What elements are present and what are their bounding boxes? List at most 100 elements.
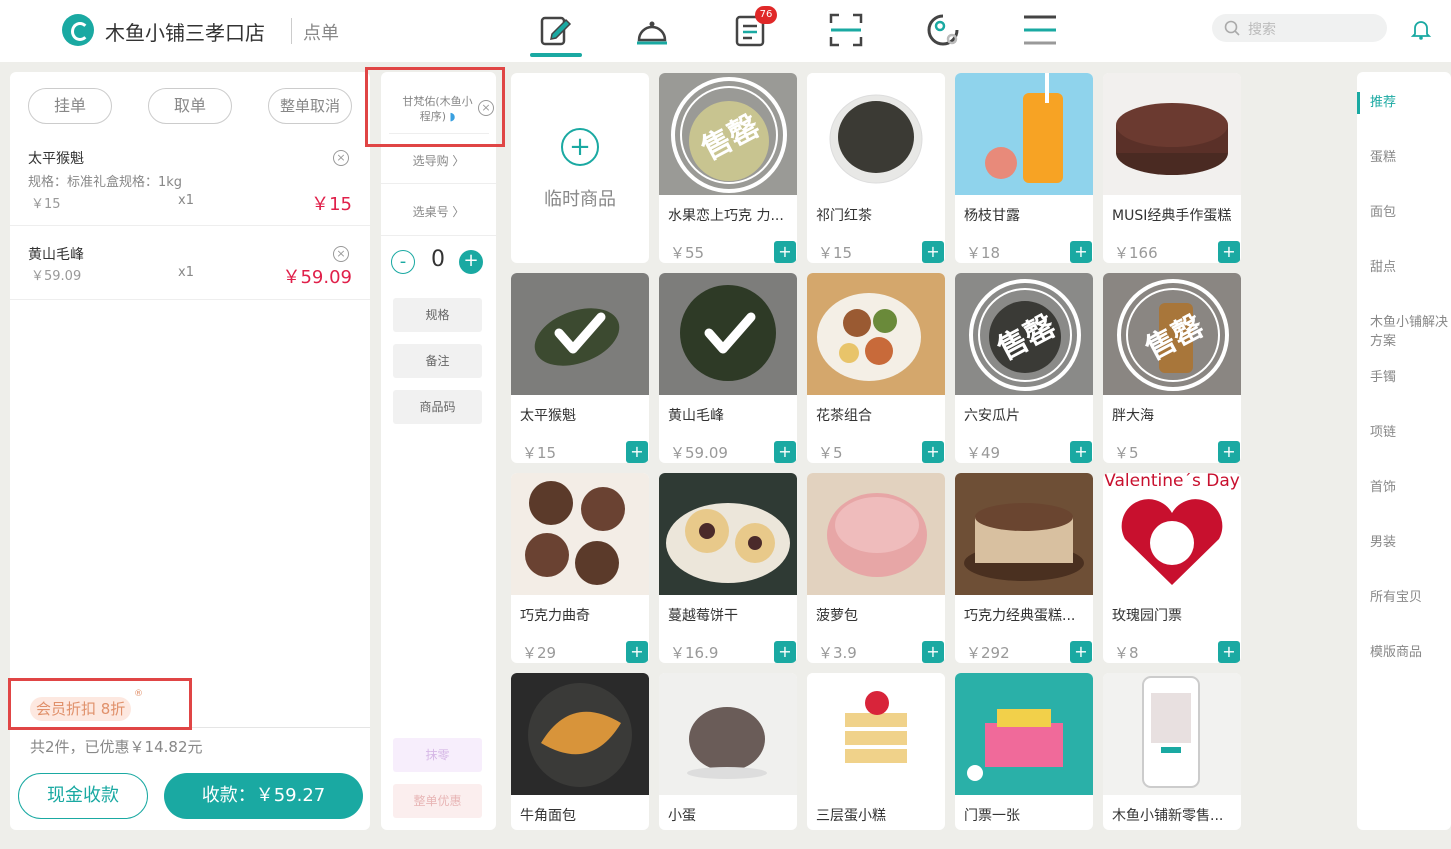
add-to-cart-button[interactable]: + [774, 641, 796, 663]
member-search-icon[interactable] [925, 12, 961, 48]
category-item-menswear[interactable]: 男装 [1370, 533, 1448, 552]
menu-icon[interactable] [1022, 12, 1058, 48]
product-card[interactable]: 杨枝甘露 ￥18 + [955, 73, 1093, 263]
product-card[interactable]: 小蛋 [659, 673, 797, 830]
order-item[interactable]: 太平猴魁 规格：标准礼盒规格：1kg ￥15 x1 ￥15 × [10, 140, 370, 226]
product-photo [845, 691, 907, 763]
add-to-cart-button[interactable]: + [922, 241, 944, 263]
product-image [955, 473, 1093, 595]
order-item-price: ￥59.09 [31, 269, 82, 284]
product-card[interactable]: MUSI经典手作蛋糕 ￥166 + [1103, 73, 1241, 263]
category-item-dessert[interactable]: 甜点 [1370, 258, 1448, 277]
category-item-bread[interactable]: 面包 [1370, 203, 1448, 222]
order-item-price: ￥15 [31, 197, 61, 212]
select-table-link[interactable]: 选桌号 〉 [381, 203, 496, 220]
add-to-cart-button[interactable]: + [626, 441, 648, 463]
select-guide-link[interactable]: 选导购 〉 [381, 152, 496, 169]
product-code-button[interactable]: 商品码 [393, 390, 482, 424]
category-item-necklace[interactable]: 项链 [1370, 423, 1448, 442]
chevron-right-icon: 〉 [452, 154, 465, 168]
category-item-jewelry[interactable]: 首饰 [1370, 478, 1448, 497]
product-card[interactable]: 三层蛋小糕 [807, 673, 945, 830]
remove-item-icon[interactable]: × [333, 150, 349, 166]
add-to-cart-button[interactable]: + [774, 441, 796, 463]
divider [381, 235, 496, 236]
product-card[interactable]: 巧克力曲奇 ￥29 + [511, 473, 649, 663]
page-title: 点单 [303, 23, 339, 44]
product-card[interactable]: 蔓越莓饼干 ￥16.9 + [659, 473, 797, 663]
quantity-plus-button[interactable]: + [459, 250, 483, 274]
product-card[interactable]: 售罄 六安瓜片 ￥49 + [955, 273, 1093, 463]
scan-icon[interactable] [828, 12, 864, 48]
quantity-minus-button[interactable]: - [391, 250, 415, 274]
category-item-all[interactable]: 所有宝贝 [1370, 588, 1448, 607]
product-card[interactable]: 售罄 胖大海 ￥5 + [1103, 273, 1241, 463]
product-card[interactable]: 售罄 水果恋上巧克 力... ￥55 + [659, 73, 797, 263]
category-sidebar: 推荐 蛋糕 面包 甜点 木鱼小铺解决方案 手镯 项链 首饰 男装 所有宝贝 模版… [1357, 72, 1451, 830]
product-price: ￥59.09 [670, 444, 728, 462]
order-item-name: 黄山毛峰 [28, 247, 84, 263]
product-card[interactable]: 太平猴魁 ￥15 + [511, 273, 649, 463]
store-logo [62, 14, 94, 46]
product-price: ￥15 [522, 444, 557, 462]
product-card[interactable]: 巧克力经典蛋糕... ￥292 + [955, 473, 1093, 663]
service-bell-icon[interactable] [634, 12, 670, 48]
product-name: MUSI经典手作蛋糕 [1112, 208, 1232, 224]
add-to-cart-button[interactable]: + [1218, 641, 1240, 663]
add-to-cart-button[interactable]: + [1070, 241, 1092, 263]
add-to-cart-button[interactable]: + [1070, 441, 1092, 463]
checkout-button[interactable]: 收款：￥59.27 [164, 773, 363, 819]
product-price: ￥15 [818, 244, 853, 262]
remove-item-icon[interactable]: × [333, 246, 349, 262]
product-card[interactable]: 祁门红茶 ￥15 + [807, 73, 945, 263]
category-item-recommend[interactable]: 推荐 [1370, 93, 1448, 112]
add-to-cart-button[interactable]: + [922, 441, 944, 463]
product-price: ￥55 [670, 244, 705, 262]
product-card[interactable]: 门票一张 [955, 673, 1093, 830]
order-item[interactable]: 黄山毛峰 ￥59.09 x1 ￥59.09 × [10, 227, 370, 300]
product-image [511, 473, 649, 595]
product-photo [985, 73, 1063, 183]
product-card[interactable]: 黄山毛峰 ￥59.09 + [659, 273, 797, 463]
add-to-cart-button[interactable]: + [1218, 441, 1240, 463]
hold-order-button[interactable]: 挂单 [28, 88, 112, 124]
add-to-cart-button[interactable]: + [1218, 241, 1240, 263]
product-photo [528, 683, 632, 787]
cancel-order-button[interactable]: 整单取消 [268, 88, 352, 124]
product-image [1103, 73, 1241, 195]
retrieve-order-button[interactable]: 取单 [148, 88, 232, 124]
cash-payment-button[interactable]: 现金收款 [18, 773, 148, 819]
note-button[interactable]: 备注 [393, 344, 482, 378]
product-price: ￥166 [1114, 244, 1158, 262]
product-card[interactable]: 花茶组合 ￥5 + [807, 273, 945, 463]
round-off-button[interactable]: 抹零 [393, 738, 482, 772]
add-to-cart-button[interactable]: + [1070, 641, 1092, 663]
product-name: 黄山毛峰 [668, 408, 724, 424]
add-to-cart-button[interactable]: + [626, 641, 648, 663]
search-input[interactable]: 搜索 [1212, 14, 1387, 42]
product-image [807, 73, 945, 195]
bell-icon[interactable] [1410, 18, 1432, 40]
divider [381, 183, 496, 184]
product-photo [687, 707, 767, 779]
product-card[interactable]: Valentine´s Day 玫瑰园门票 ￥8 + [1103, 473, 1241, 663]
category-item-solution[interactable]: 木鱼小铺解决方案 [1370, 313, 1448, 351]
highlight-box [8, 678, 192, 730]
order-discount-button[interactable]: 整单优惠 [393, 784, 482, 818]
product-card[interactable]: 木鱼小铺新零售... [1103, 673, 1241, 830]
product-card[interactable]: 牛角面包 [511, 673, 649, 830]
spec-button[interactable]: 规格 [393, 298, 482, 332]
order-item-qty: x1 [178, 265, 194, 280]
temporary-product-card[interactable]: + 临时商品 [511, 73, 649, 263]
category-item-bracelet[interactable]: 手镯 [1370, 368, 1448, 387]
add-to-cart-button[interactable]: + [922, 641, 944, 663]
guide-label: 选导购 [412, 154, 449, 168]
add-to-cart-button[interactable]: + [774, 241, 796, 263]
product-card[interactable]: 菠萝包 ￥3.9 + [807, 473, 945, 663]
active-category-indicator [1357, 92, 1360, 114]
order-icon[interactable] [538, 12, 574, 48]
product-image [659, 673, 797, 795]
product-photo [817, 293, 921, 381]
category-item-cake[interactable]: 蛋糕 [1370, 148, 1448, 167]
category-item-template[interactable]: 模版商品 [1370, 643, 1448, 662]
